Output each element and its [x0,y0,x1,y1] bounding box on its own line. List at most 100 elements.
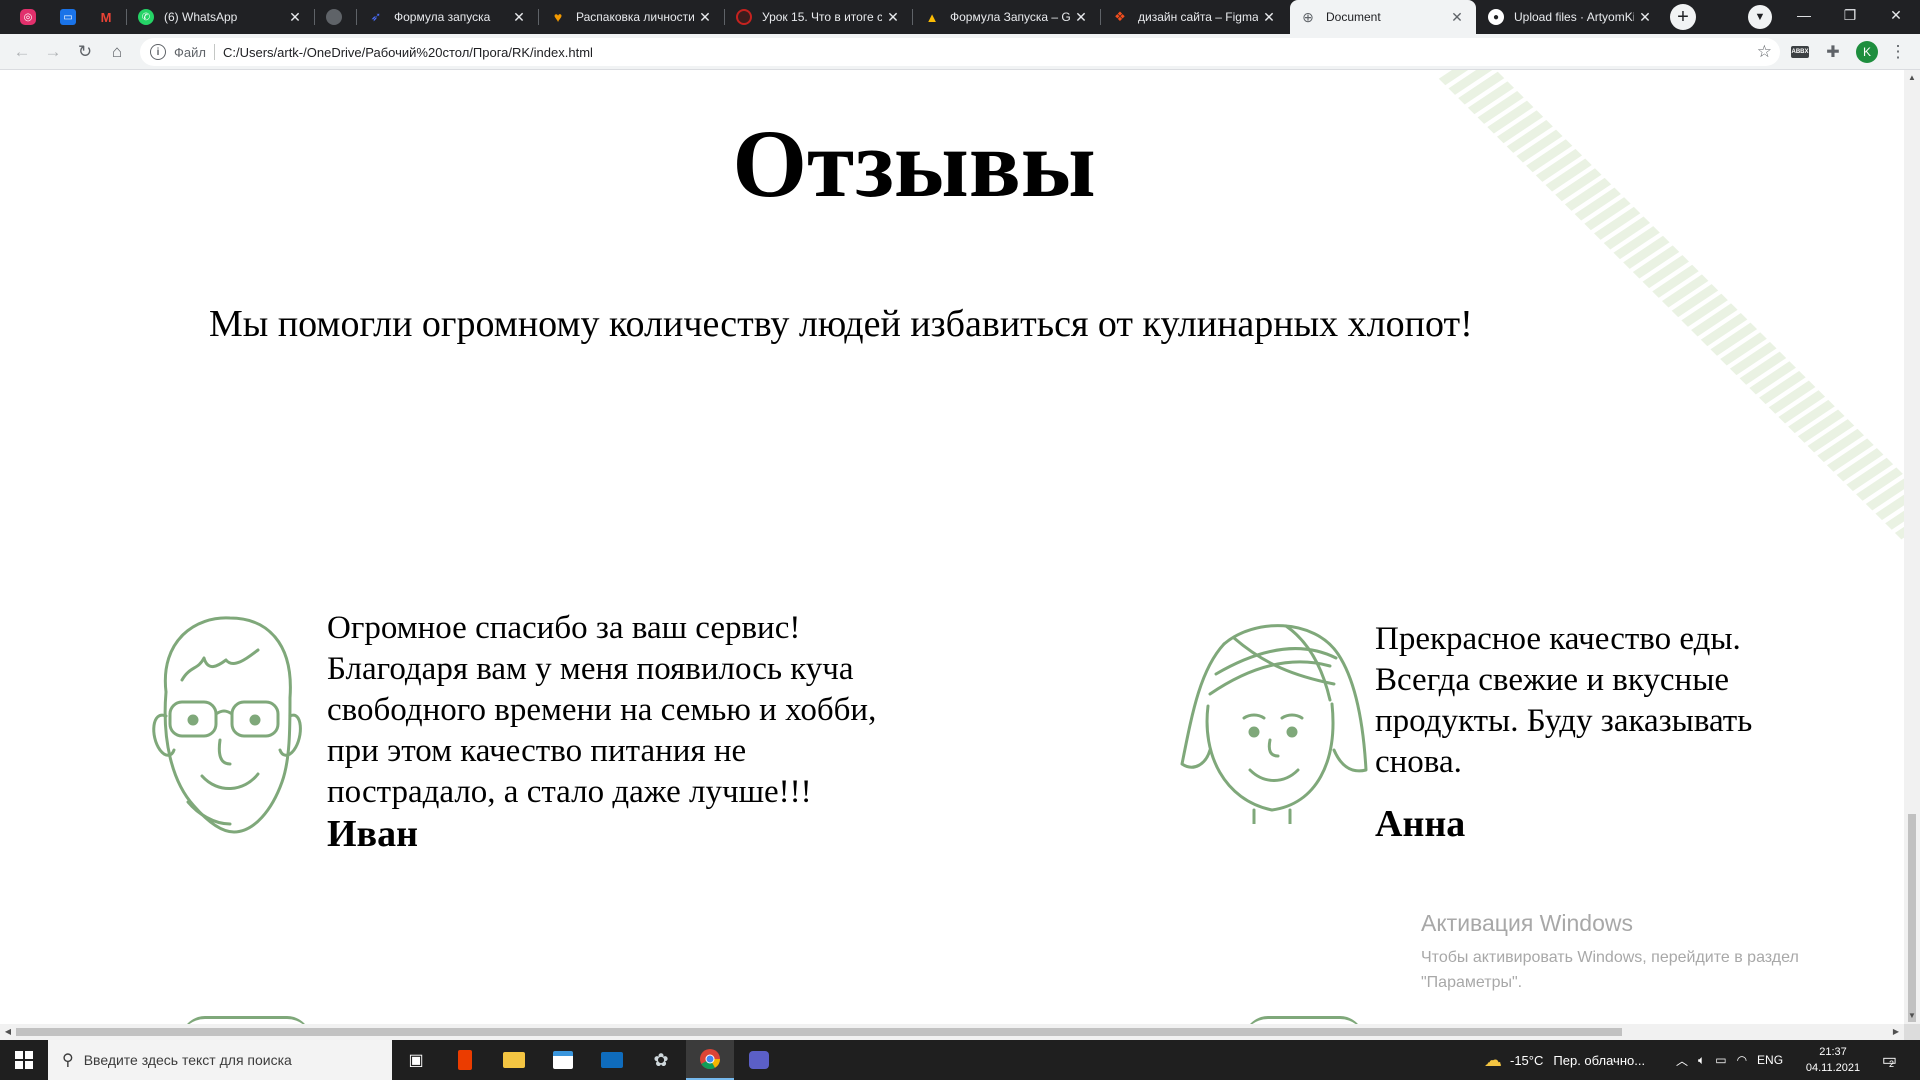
language-indicator[interactable]: ENG [1757,1053,1783,1067]
url-text[interactable]: C:/Users/artk-/OneDrive/Рабочий%20стол/П… [223,45,593,60]
tab-document[interactable]: ⊕ Document ✕ [1290,0,1476,34]
store-icon[interactable] [539,1040,587,1080]
chrome-icon[interactable] [686,1040,734,1080]
horizontal-scroll-thumb[interactable] [16,1028,1622,1036]
weather-temp: -15°C [1510,1052,1544,1068]
tab-github[interactable]: ● Upload files · ArtyomKi ✕ [1478,0,1664,34]
extension-icon[interactable]: ABBX [1791,46,1809,58]
notification-center-button[interactable]: ▭ 2 [1876,1048,1900,1072]
tab-search-button[interactable]: ▼ [1748,5,1772,29]
review-text-anna: Прекрасное качество еды. Всегда свежие и… [1375,619,1752,783]
volume-icon[interactable]: 🔈︎ [1698,1053,1705,1068]
tab-google-drive[interactable]: ▲ Формула Запуска – Go ✕ [914,0,1100,34]
tab-strip: ◎ ▭ M ✆ (6) WhatsApp ✕ ➶ Формула запуска… [0,0,1920,34]
close-window-button[interactable]: ✕ [1873,0,1919,30]
next-portrait-peek [1244,1016,1364,1024]
page-viewport: Отзывы Мы помогли огромному количеству л… [0,70,1904,1024]
tab-label: (6) WhatsApp [164,10,238,24]
profile-avatar[interactable]: K [1856,41,1878,63]
vertical-scroll-thumb[interactable] [1908,814,1916,1022]
close-tab-icon[interactable]: ✕ [1070,9,1092,26]
close-tab-icon[interactable]: ✕ [882,9,904,26]
google-drive-icon: ▲ [925,9,939,25]
new-tab-button[interactable]: + [1670,4,1696,30]
reviewer-name-anna: Анна [1375,803,1466,845]
vertical-scrollbar[interactable]: ▲ ▼ [1904,70,1920,1024]
horizontal-scrollbar[interactable]: ◀ ▶ [0,1024,1904,1040]
battery-icon[interactable]: ▭ [1715,1053,1726,1067]
wifi-icon[interactable]: ◠ [1737,1053,1747,1067]
tab-raspakovka[interactable]: ♥ Распаковка личности ✕ [540,0,724,34]
globe-icon: ⊕ [1302,8,1314,25]
tray-chevron-icon[interactable]: ︿ [1676,1052,1688,1069]
minimize-button[interactable]: — [1781,0,1827,30]
info-icon[interactable]: i [150,44,166,60]
section-lead: Мы помогли огромному количеству людей из… [209,303,1473,345]
tab-label: Upload files · ArtyomKi [1514,10,1634,24]
review-line: пострадало, а стало даже лучше!!! [327,774,812,810]
clock-date: 04.11.2021 [1805,1062,1861,1074]
review-line: свободного времени на семью и хобби, [327,692,877,728]
activation-text: Чтобы активировать Windows, перейдите в … [1421,949,1799,966]
review-line: Благодаря вам у меня появилось куча [327,651,854,687]
close-tab-icon[interactable]: ✕ [694,9,716,26]
tab-gmail[interactable]: M [86,0,126,34]
maximize-button[interactable]: ❐ [1827,0,1873,30]
figma-icon: ❖ [1114,9,1126,24]
windows-taskbar: ⚲ Введите здесь текст для поиска ▣ ✿ ☁ -… [0,1040,1920,1080]
taskbar-search-box[interactable]: ⚲ Введите здесь текст для поиска [48,1040,392,1080]
tab-figma[interactable]: ❖ дизайн сайта – Figma ✕ [1102,0,1288,34]
lesson-icon [736,9,752,25]
man-portrait-icon [152,616,302,834]
teams-icon[interactable] [735,1040,783,1080]
mail-icon[interactable] [588,1040,636,1080]
close-tab-icon[interactable]: ✕ [284,9,306,26]
extensions-puzzle-icon[interactable]: ✚ [1821,40,1845,64]
rocket-icon: ➶ [370,9,382,24]
paint-icon[interactable]: ✿ [637,1040,685,1080]
scroll-left-arrow-icon[interactable]: ◀ [4,1028,12,1036]
forward-arrow-icon[interactable]: → [41,40,65,64]
close-tab-icon[interactable]: ✕ [508,9,530,26]
reload-icon[interactable]: ↻ [73,40,97,64]
tab-label: Урок 15. Что в итоге с [762,10,882,24]
github-icon: ● [1488,9,1504,25]
tab-instagram[interactable]: ◎ [8,0,48,34]
section-title: Отзывы [732,110,1096,217]
review-line: при этом качество питания не [327,733,747,769]
heart-icon: ♥ [553,9,563,25]
review-line: Всегда свежие и вкусные [1375,662,1730,698]
bookmark-star-icon[interactable]: ☆ [1757,42,1772,62]
back-arrow-icon[interactable]: ← [10,40,34,64]
scroll-down-arrow-icon[interactable]: ▼ [1908,1012,1916,1020]
browser-toolbar: ← → ↻ ⌂ i Файл C:/Users/artk-/OneDrive/Р… [0,34,1920,70]
home-icon[interactable]: ⌂ [105,40,129,64]
tab-messenger[interactable]: ▭ [48,0,88,34]
address-bar[interactable]: i Файл C:/Users/artk-/OneDrive/Рабочий%2… [140,38,1780,66]
tab-formula[interactable]: ➶ Формула запуска ✕ [358,0,538,34]
close-tab-icon[interactable]: ✕ [1258,9,1280,26]
weather-cloud-icon: ☁ [1484,1049,1502,1070]
office-icon[interactable] [441,1040,489,1080]
circle-icon [326,9,342,25]
system-tray: ︿ 🔈︎ ▭ ◠ ENG [1676,1040,1783,1080]
scroll-up-arrow-icon[interactable]: ▲ [1908,74,1916,82]
review-line: продукты. Буду заказывать [1375,703,1753,739]
scroll-right-arrow-icon[interactable]: ▶ [1892,1028,1900,1036]
file-explorer-icon[interactable] [490,1040,538,1080]
gmail-icon: M [100,9,112,25]
task-view-icon[interactable]: ▣ [392,1040,440,1080]
tab-whatsapp[interactable]: ✆ (6) WhatsApp ✕ [128,0,314,34]
start-button[interactable] [0,1040,48,1080]
clock[interactable]: 21:37 04.11.2021 [1798,1044,1868,1076]
close-tab-icon[interactable]: ✕ [1446,9,1468,26]
weather-widget[interactable]: ☁ -15°C Пер. облачно... [1484,1040,1645,1080]
clock-time: 21:37 [1819,1046,1847,1058]
close-tab-icon[interactable]: ✕ [1634,9,1656,26]
scheme-label: Файл [174,44,206,60]
menu-kebab-icon[interactable]: ⋮ [1886,40,1910,64]
tab-lesson[interactable]: Урок 15. Что в итоге с ✕ [726,0,912,34]
review-line: Прекрасное качество еды. [1375,621,1741,657]
tab-unnamed[interactable] [316,0,356,34]
woman-portrait-icon [1180,624,1368,824]
